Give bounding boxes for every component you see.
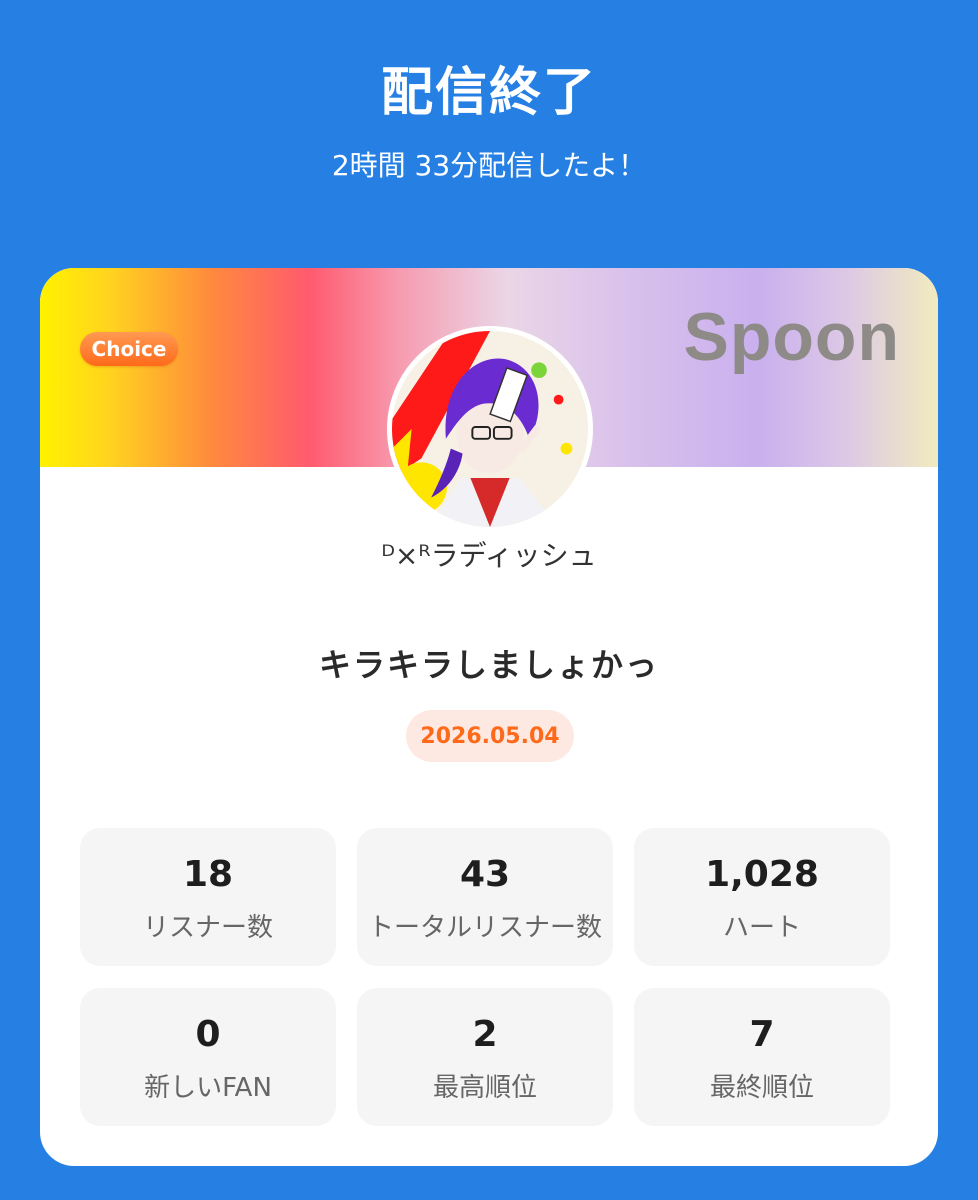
stat-label: 最高順位: [432, 1073, 537, 1103]
broadcast-end-screen: 配信終了 2時間 33分配信したよ！ Choice Spoon ᴰ×ᴿラディッシ…: [0, 0, 978, 1200]
avatar-illustration: [392, 331, 588, 527]
stat-value: 0: [195, 1014, 221, 1055]
stat-value: 7: [749, 1014, 775, 1055]
stat-label: 新しいFAN: [144, 1073, 272, 1103]
stat-value: 2: [472, 1014, 498, 1055]
page-title: 配信終了: [380, 63, 597, 123]
stat-label: 最終順位: [709, 1073, 814, 1103]
stat-total-listeners: 43 トータルリスナー数: [357, 828, 613, 966]
broadcast-duration: 2時間 33分配信したよ！: [331, 149, 647, 182]
stats-grid: 18 リスナー数 43 トータルリスナー数 1,028 ハート 0 新しいFAN…: [80, 828, 890, 1126]
stat-listeners: 18 リスナー数: [80, 828, 336, 966]
stat-label: リスナー数: [142, 913, 273, 943]
avatar[interactable]: [387, 326, 593, 532]
stat-label: トータルリスナー数: [367, 913, 602, 943]
stat-value: 1,028: [705, 854, 819, 895]
stream-title: キラキラしましょかっ: [318, 646, 659, 684]
broadcast-date: 2026.05.04: [406, 710, 574, 762]
stat-new-fans: 0 新しいFAN: [80, 988, 336, 1126]
choice-badge: Choice: [80, 332, 178, 366]
stat-final-rank: 7 最終順位: [634, 988, 890, 1126]
stat-value: 43: [459, 854, 511, 895]
stat-label: ハート: [722, 913, 801, 943]
spoon-logo: Spoon: [683, 299, 900, 375]
username: ᴰ×ᴿラディッシュ: [381, 539, 597, 572]
stat-hearts: 1,028 ハート: [634, 828, 890, 966]
summary-card: Choice Spoon ᴰ×ᴿラディッシュ キラキラしましょかっ 2026.0…: [40, 268, 938, 1166]
stat-value: 18: [182, 854, 234, 895]
stat-highest-rank: 2 最高順位: [357, 988, 613, 1126]
